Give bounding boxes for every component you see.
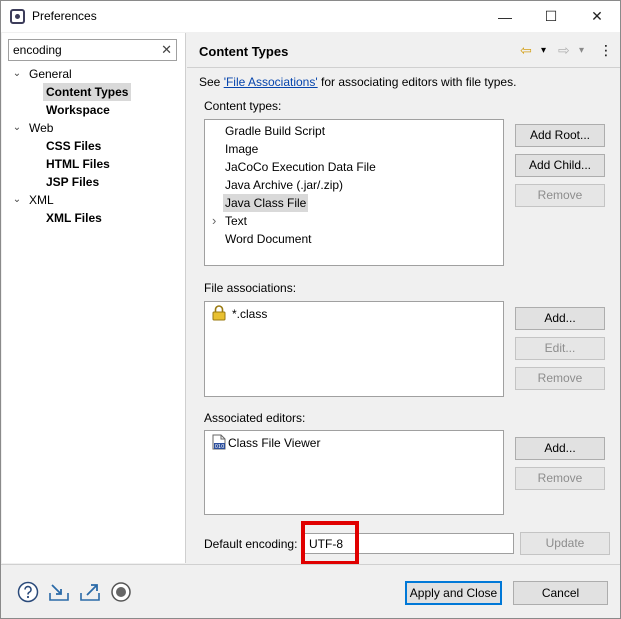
filter-input[interactable]: [9, 40, 149, 60]
associated-editors-list[interactable]: 010 Class File Viewer: [204, 430, 504, 515]
file-associations-label: File associations:: [204, 281, 297, 295]
window-title: Preferences: [32, 9, 97, 23]
footer-divider: [1, 564, 620, 565]
expanded-twisty-icon[interactable]: ⌄: [12, 65, 22, 83]
collapsed-twisty-icon[interactable]: ›: [212, 212, 216, 230]
back-history-dropdown-icon[interactable]: ▾: [541, 45, 546, 56]
tree-item-content-types[interactable]: Content Types: [43, 83, 132, 101]
class-file-editor-icon: 010: [212, 434, 226, 450]
title-bar: Preferences — ☐ ✕: [1, 1, 620, 32]
expanded-twisty-icon[interactable]: ⌄: [12, 191, 22, 209]
content-types-label: Content types:: [204, 99, 282, 113]
record-icon[interactable]: [110, 581, 132, 603]
add-editor-button[interactable]: Add...: [515, 437, 605, 460]
forward-history-dropdown-icon[interactable]: ▾: [579, 45, 584, 56]
lock-icon: [212, 305, 226, 321]
view-menu-icon[interactable]: ⋮: [599, 42, 613, 59]
minimize-button[interactable]: —: [482, 1, 528, 32]
tree-item-general[interactable]: General: [29, 65, 72, 83]
highlight-annotation: [301, 521, 359, 565]
content-types-page: Content Types ⇦ ▾ ⇨ ▾ ⋮ See 'File Associ…: [187, 33, 620, 563]
header-divider: [187, 67, 620, 68]
remove-file-association-button[interactable]: Remove: [515, 367, 605, 390]
content-type-item[interactable]: Gradle Build Script: [225, 122, 325, 140]
add-root-button[interactable]: Add Root...: [515, 124, 605, 147]
forward-icon[interactable]: ⇨: [558, 42, 570, 59]
content-type-item[interactable]: Image: [225, 140, 258, 158]
page-title: Content Types: [199, 44, 289, 59]
tree-item-web[interactable]: Web: [29, 119, 53, 137]
minimize-icon: —: [498, 8, 512, 25]
import-icon[interactable]: [48, 581, 70, 603]
add-child-button[interactable]: Add Child...: [515, 154, 605, 177]
help-icon[interactable]: [17, 581, 39, 603]
maximize-icon: ☐: [544, 8, 558, 24]
preference-tree-panel: ✕ ⌄ General Content Types Workspace ⌄ We…: [2, 33, 186, 563]
edit-file-association-button[interactable]: Edit...: [515, 337, 605, 360]
apply-and-close-button[interactable]: Apply and Close: [405, 581, 502, 605]
file-associations-hint: See 'File Associations' for associating …: [199, 75, 516, 89]
associated-editor-item[interactable]: Class File Viewer: [228, 434, 320, 452]
tree-item-jsp-files[interactable]: JSP Files: [46, 173, 99, 191]
close-button[interactable]: ✕: [574, 1, 620, 32]
svg-text:010: 010: [215, 444, 225, 450]
update-encoding-button[interactable]: Update: [520, 532, 610, 555]
remove-editor-button[interactable]: Remove: [515, 467, 605, 490]
eclipse-app-icon: [10, 9, 25, 24]
content-type-item[interactable]: Word Document: [225, 230, 311, 248]
clear-filter-icon[interactable]: ✕: [161, 42, 172, 58]
file-associations-link[interactable]: 'File Associations': [224, 75, 318, 89]
file-association-item[interactable]: *.class: [232, 305, 267, 323]
file-associations-list[interactable]: *.class: [204, 301, 504, 397]
tree-item-html-files[interactable]: HTML Files: [46, 155, 110, 173]
expanded-twisty-icon[interactable]: ⌄: [12, 119, 22, 137]
export-icon[interactable]: [79, 581, 101, 603]
content-type-item[interactable]: Text: [225, 212, 247, 230]
tree-item-xml-files[interactable]: XML Files: [46, 209, 102, 227]
filter-field[interactable]: ✕: [8, 39, 177, 61]
tree-item-css-files[interactable]: CSS Files: [46, 137, 101, 155]
hint-suffix: for associating editors with file types.: [317, 75, 517, 89]
content-type-item[interactable]: Java Archive (.jar/.zip): [225, 176, 343, 194]
back-icon[interactable]: ⇦: [520, 42, 532, 59]
content-type-item-selected[interactable]: Java Class File: [223, 194, 309, 212]
default-encoding-label: Default encoding:: [204, 537, 298, 551]
content-type-item[interactable]: JaCoCo Execution Data File: [225, 158, 376, 176]
cancel-button[interactable]: Cancel: [513, 581, 608, 605]
remove-content-type-button[interactable]: Remove: [515, 184, 605, 207]
content-types-tree[interactable]: Gradle Build Script Image JaCoCo Executi…: [204, 119, 504, 266]
tree-item-xml[interactable]: XML: [29, 191, 54, 209]
associated-editors-label: Associated editors:: [204, 411, 306, 425]
preferences-dialog: Preferences — ☐ ✕ ✕ ⌄ General Content Ty…: [0, 0, 621, 619]
tree-item-workspace[interactable]: Workspace: [46, 101, 110, 119]
add-file-association-button[interactable]: Add...: [515, 307, 605, 330]
close-icon: ✕: [591, 8, 603, 24]
hint-prefix: See: [199, 75, 224, 89]
maximize-button[interactable]: ☐: [528, 1, 574, 32]
